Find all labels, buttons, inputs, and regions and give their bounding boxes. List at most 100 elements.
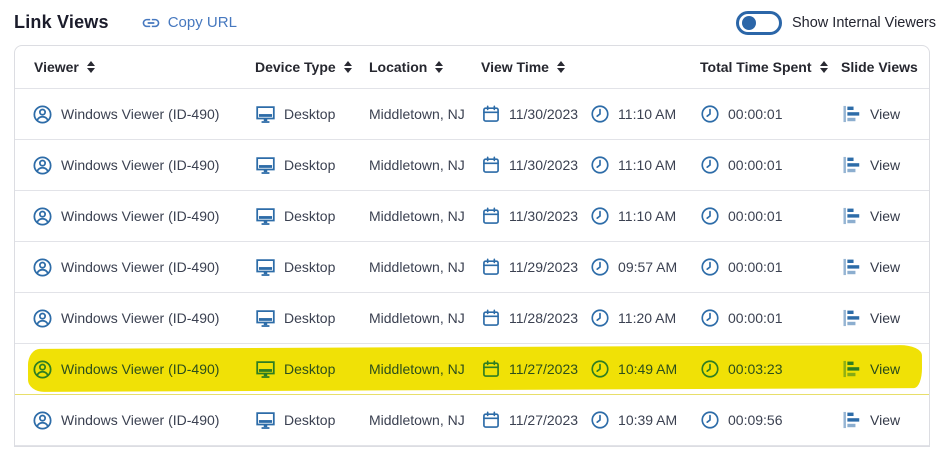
view-time-value: 10:39 AM <box>618 412 677 428</box>
clock-icon <box>700 155 720 175</box>
show-internal-viewers-toggle[interactable] <box>736 11 782 35</box>
column-header-total-time-spent[interactable]: Total Time Spent <box>696 46 829 88</box>
device-type-label: Desktop <box>284 208 335 224</box>
sort-arrows-icon <box>435 61 443 73</box>
bar-chart-icon <box>843 360 862 378</box>
view-time-cell: 11/30/2023 11:10 AM <box>477 191 696 241</box>
device-type-label: Desktop <box>284 106 335 122</box>
desktop-monitor-icon <box>255 308 276 329</box>
view-time-cell: 11/30/2023 11:10 AM <box>477 140 696 190</box>
user-circle-icon <box>32 206 53 227</box>
clock-icon <box>590 308 610 328</box>
column-header-device-type[interactable]: Device Type <box>251 46 365 88</box>
viewer-cell: Windows Viewer (ID-490) <box>15 140 251 190</box>
column-header-slide-views: Slide Views <box>829 46 929 88</box>
total-time-cell: 00:00:01 <box>696 242 829 292</box>
clock-icon <box>590 257 610 277</box>
location-cell: Middletown, NJ <box>365 191 477 241</box>
viewer-name: Windows Viewer (ID-490) <box>61 412 219 428</box>
calendar-icon <box>481 410 501 430</box>
total-time-value: 00:00:01 <box>728 259 783 275</box>
view-link[interactable]: View <box>870 310 900 326</box>
bar-chart-icon <box>843 258 862 276</box>
device-type-label: Desktop <box>284 310 335 326</box>
viewer-name: Windows Viewer (ID-490) <box>61 208 219 224</box>
column-header-location[interactable]: Location <box>365 46 477 88</box>
view-date: 11/27/2023 <box>509 361 578 377</box>
viewer-name: Windows Viewer (ID-490) <box>61 259 219 275</box>
total-time-value: 00:03:23 <box>728 361 783 377</box>
table-row: Windows Viewer (ID-490) Desktop Middleto… <box>15 191 929 242</box>
location-cell: Middletown, NJ <box>365 242 477 292</box>
view-time-value: 11:10 AM <box>618 106 676 122</box>
location-label: Middletown, NJ <box>369 208 465 224</box>
user-circle-icon <box>32 359 53 380</box>
clock-icon <box>700 410 720 430</box>
view-link[interactable]: View <box>870 208 900 224</box>
view-time-cell: 11/30/2023 11:10 AM <box>477 89 696 139</box>
device-type-label: Desktop <box>284 412 335 428</box>
slide-views-cell: View <box>829 395 929 445</box>
table-row: Windows Viewer (ID-490) Desktop Middleto… <box>15 344 929 395</box>
viewer-name: Windows Viewer (ID-490) <box>61 106 219 122</box>
slide-views-cell: View <box>829 293 929 343</box>
viewer-cell: Windows Viewer (ID-490) <box>15 242 251 292</box>
device-type-cell: Desktop <box>251 89 365 139</box>
total-time-cell: 00:00:01 <box>696 191 829 241</box>
view-link[interactable]: View <box>870 259 900 275</box>
device-type-cell: Desktop <box>251 242 365 292</box>
total-time-cell: 00:00:01 <box>696 293 829 343</box>
slide-views-cell: View <box>829 242 929 292</box>
view-link[interactable]: View <box>870 412 900 428</box>
total-time-cell: 00:09:56 <box>696 395 829 445</box>
calendar-icon <box>481 308 501 328</box>
view-time-cell: 11/27/2023 10:39 AM <box>477 395 696 445</box>
copy-url-button[interactable]: Copy URL <box>141 13 237 33</box>
desktop-monitor-icon <box>255 410 276 431</box>
clock-icon <box>590 359 610 379</box>
view-time-value: 10:49 AM <box>618 361 677 377</box>
viewer-name: Windows Viewer (ID-490) <box>61 157 219 173</box>
total-time-value: 00:09:56 <box>728 412 783 428</box>
view-link[interactable]: View <box>870 106 900 122</box>
device-type-cell: Desktop <box>251 344 365 394</box>
location-cell: Middletown, NJ <box>365 89 477 139</box>
view-link[interactable]: View <box>870 361 900 377</box>
calendar-icon <box>481 257 501 277</box>
clock-icon <box>700 257 720 277</box>
sort-arrows-icon <box>557 61 565 73</box>
view-date: 11/30/2023 <box>509 106 578 122</box>
location-cell: Middletown, NJ <box>365 395 477 445</box>
viewer-cell: Windows Viewer (ID-490) <box>15 293 251 343</box>
slide-views-cell: View <box>829 89 929 139</box>
link-icon <box>141 13 161 33</box>
device-type-cell: Desktop <box>251 293 365 343</box>
total-time-value: 00:00:01 <box>728 310 783 326</box>
column-header-viewer[interactable]: Viewer <box>15 46 251 88</box>
desktop-monitor-icon <box>255 257 276 278</box>
user-circle-icon <box>32 155 53 176</box>
clock-icon <box>590 206 610 226</box>
column-header-view-time[interactable]: View Time <box>477 46 696 88</box>
toggle-knob <box>742 16 756 30</box>
view-date: 11/30/2023 <box>509 157 578 173</box>
clock-icon <box>700 359 720 379</box>
location-label: Middletown, NJ <box>369 310 465 326</box>
user-circle-icon <box>32 104 53 125</box>
view-date: 11/27/2023 <box>509 412 578 428</box>
internal-viewers-toggle-group: Show Internal Viewers <box>736 11 936 35</box>
view-time-cell: 11/28/2023 11:20 AM <box>477 293 696 343</box>
clock-icon <box>590 155 610 175</box>
desktop-monitor-icon <box>255 155 276 176</box>
desktop-monitor-icon <box>255 359 276 380</box>
table-row: Windows Viewer (ID-490) Desktop Middleto… <box>15 242 929 293</box>
slide-views-cell: View <box>829 344 929 394</box>
desktop-monitor-icon <box>255 104 276 125</box>
view-time-value: 09:57 AM <box>618 259 677 275</box>
total-time-value: 00:00:01 <box>728 208 783 224</box>
table-row: Windows Viewer (ID-490) Desktop Middleto… <box>15 140 929 191</box>
user-circle-icon <box>32 257 53 278</box>
bar-chart-icon <box>843 309 862 327</box>
device-type-label: Desktop <box>284 361 335 377</box>
view-link[interactable]: View <box>870 157 900 173</box>
